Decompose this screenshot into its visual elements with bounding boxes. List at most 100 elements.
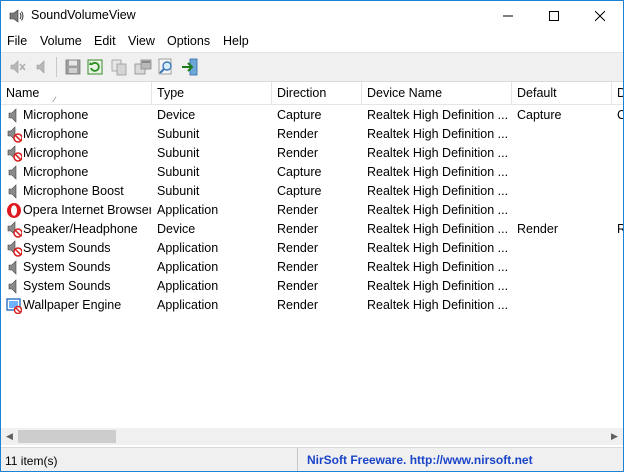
column-header-direction[interactable]: Direction [272, 82, 362, 104]
column-header-type[interactable]: Type [152, 82, 272, 104]
cell-name: Microphone [23, 127, 89, 141]
close-button[interactable] [577, 1, 623, 31]
menu-options[interactable]: Options [167, 34, 210, 48]
properties-icon[interactable] [134, 58, 152, 76]
toolbar [1, 52, 623, 82]
cell-default [517, 201, 611, 220]
cell-default: Capture [517, 108, 562, 122]
scroll-left-button[interactable]: ◀ [1, 428, 18, 445]
muted-speaker-icon [7, 126, 22, 143]
copy-icon[interactable] [110, 58, 128, 76]
cell-type: Device [157, 222, 196, 236]
cell-name: Microphone [23, 146, 89, 160]
cell-type: Subunit [157, 146, 200, 160]
maximize-button[interactable] [531, 1, 577, 31]
cell-name: System Sounds [23, 279, 111, 293]
maximize-icon [549, 11, 559, 21]
cell-next [617, 296, 623, 315]
list-row[interactable]: Microphone Subunit Render Realtek High Defi… [1, 144, 623, 163]
scrollbar-thumb[interactable] [18, 430, 116, 443]
cell-type: Application [157, 298, 219, 312]
cell-type: Application [157, 241, 219, 255]
cell-device-name: Realtek High Definition ... [367, 241, 509, 255]
cell-device-name: Realtek High Definition ... [367, 222, 509, 236]
cell-type: Application [157, 203, 219, 217]
speaker-icon [8, 165, 17, 180]
list-header: Name ∕ Type Direction Device Name Defaul… [1, 82, 623, 105]
cell-direction: Capture [277, 184, 322, 198]
cell-default [517, 125, 611, 144]
cell-default [517, 239, 611, 258]
column-header-device-name[interactable]: Device Name [362, 82, 512, 104]
menu-help[interactable]: Help [223, 34, 249, 48]
list-view[interactable]: Name ∕ Type Direction Device Name Defaul… [1, 82, 623, 428]
list-row[interactable]: System Sounds Application Render Realtek Hi… [1, 239, 623, 258]
find-icon[interactable] [157, 58, 175, 76]
cell-type: Subunit [157, 165, 200, 179]
speaker-icon [8, 108, 17, 123]
menu-file[interactable]: File [7, 34, 27, 48]
scroll-right-button[interactable]: ▶ [606, 428, 623, 445]
app-speaker-icon [9, 9, 24, 23]
menu-volume[interactable]: Volume [40, 34, 82, 48]
status-item-count: 11 item(s) [5, 454, 58, 468]
horizontal-scrollbar[interactable]: ◀ ▶ [1, 428, 623, 445]
cell-name: Microphone [23, 165, 89, 179]
refresh-icon[interactable] [86, 58, 104, 76]
cell-device-name: Realtek High Definition ... [367, 260, 509, 274]
cell-next [617, 144, 623, 163]
list-row[interactable]: Microphone Subunit Render Realtek High Defi… [1, 125, 623, 144]
speaker-icon [8, 260, 17, 275]
list-row[interactable]: Opera Internet Browser Application Render R… [1, 201, 623, 220]
cell-device-name: Realtek High Definition ... [367, 165, 509, 179]
cell-default: Render [517, 222, 558, 236]
menu-view[interactable]: View [128, 34, 155, 48]
cell-next: R [617, 220, 623, 239]
cell-default [517, 182, 611, 201]
cell-next [617, 182, 623, 201]
cell-type: Subunit [157, 184, 200, 198]
cell-device-name: Realtek High Definition ... [367, 108, 509, 122]
muted-speaker-icon [7, 221, 22, 238]
status-item-count-panel: 11 item(s) [1, 448, 298, 471]
cell-name: System Sounds [23, 241, 111, 255]
cell-name: Opera Internet Browser [23, 203, 151, 217]
cell-next: C [617, 106, 623, 125]
list-row[interactable]: Microphone Device Capture Realtek High Defi… [1, 106, 623, 125]
app-window: SoundVolumeView File Volume Edit View Op… [0, 0, 624, 472]
exit-icon[interactable] [181, 58, 199, 76]
cell-direction: Render [277, 127, 318, 141]
column-header-name[interactable]: Name ∕ [1, 82, 152, 104]
status-bar: 11 item(s) NirSoft Freeware. http://www.… [1, 447, 623, 471]
list-row[interactable]: System Sounds Application Render Realtek Hi… [1, 277, 623, 296]
list-row[interactable]: Speaker/Headphone Device Render Realtek Hig… [1, 220, 623, 239]
minimize-button[interactable] [485, 1, 531, 31]
cell-device-name: Realtek High Definition ... [367, 127, 509, 141]
cell-direction: Render [277, 241, 318, 255]
list-row[interactable]: Wallpaper Engine Application Render Realtek… [1, 296, 623, 315]
nirsoft-link[interactable]: NirSoft Freeware. http://www.nirsoft.net [307, 453, 533, 467]
close-icon [595, 11, 605, 21]
title-bar[interactable]: SoundVolumeView [1, 1, 623, 31]
cell-direction: Render [277, 203, 318, 217]
column-header-next[interactable]: D [612, 82, 623, 104]
wallpaper-engine-icon [6, 298, 22, 314]
cell-next [617, 239, 623, 258]
save-icon[interactable] [64, 58, 82, 76]
speaker-icon [8, 184, 17, 199]
menu-edit[interactable]: Edit [94, 34, 116, 48]
column-header-default[interactable]: Default [512, 82, 612, 104]
list-row[interactable]: Microphone Boost Subunit Capture Realtek Hi… [1, 182, 623, 201]
cell-type: Subunit [157, 127, 200, 141]
list-row[interactable]: System Sounds Application Render Realtek Hi… [1, 258, 623, 277]
cell-device-name: Realtek High Definition ... [367, 298, 509, 312]
speaker-icon[interactable] [33, 58, 51, 76]
cell-default [517, 258, 611, 277]
chevron-left-icon: ◀ [6, 431, 13, 441]
mute-speaker-icon[interactable] [9, 58, 27, 76]
list-row[interactable]: Microphone Subunit Capture Realtek High Def… [1, 163, 623, 182]
cell-device-name: Realtek High Definition ... [367, 146, 509, 160]
opera-icon [7, 203, 21, 218]
menu-bar: File Volume Edit View Options Help [1, 31, 623, 51]
cell-default [517, 296, 611, 315]
